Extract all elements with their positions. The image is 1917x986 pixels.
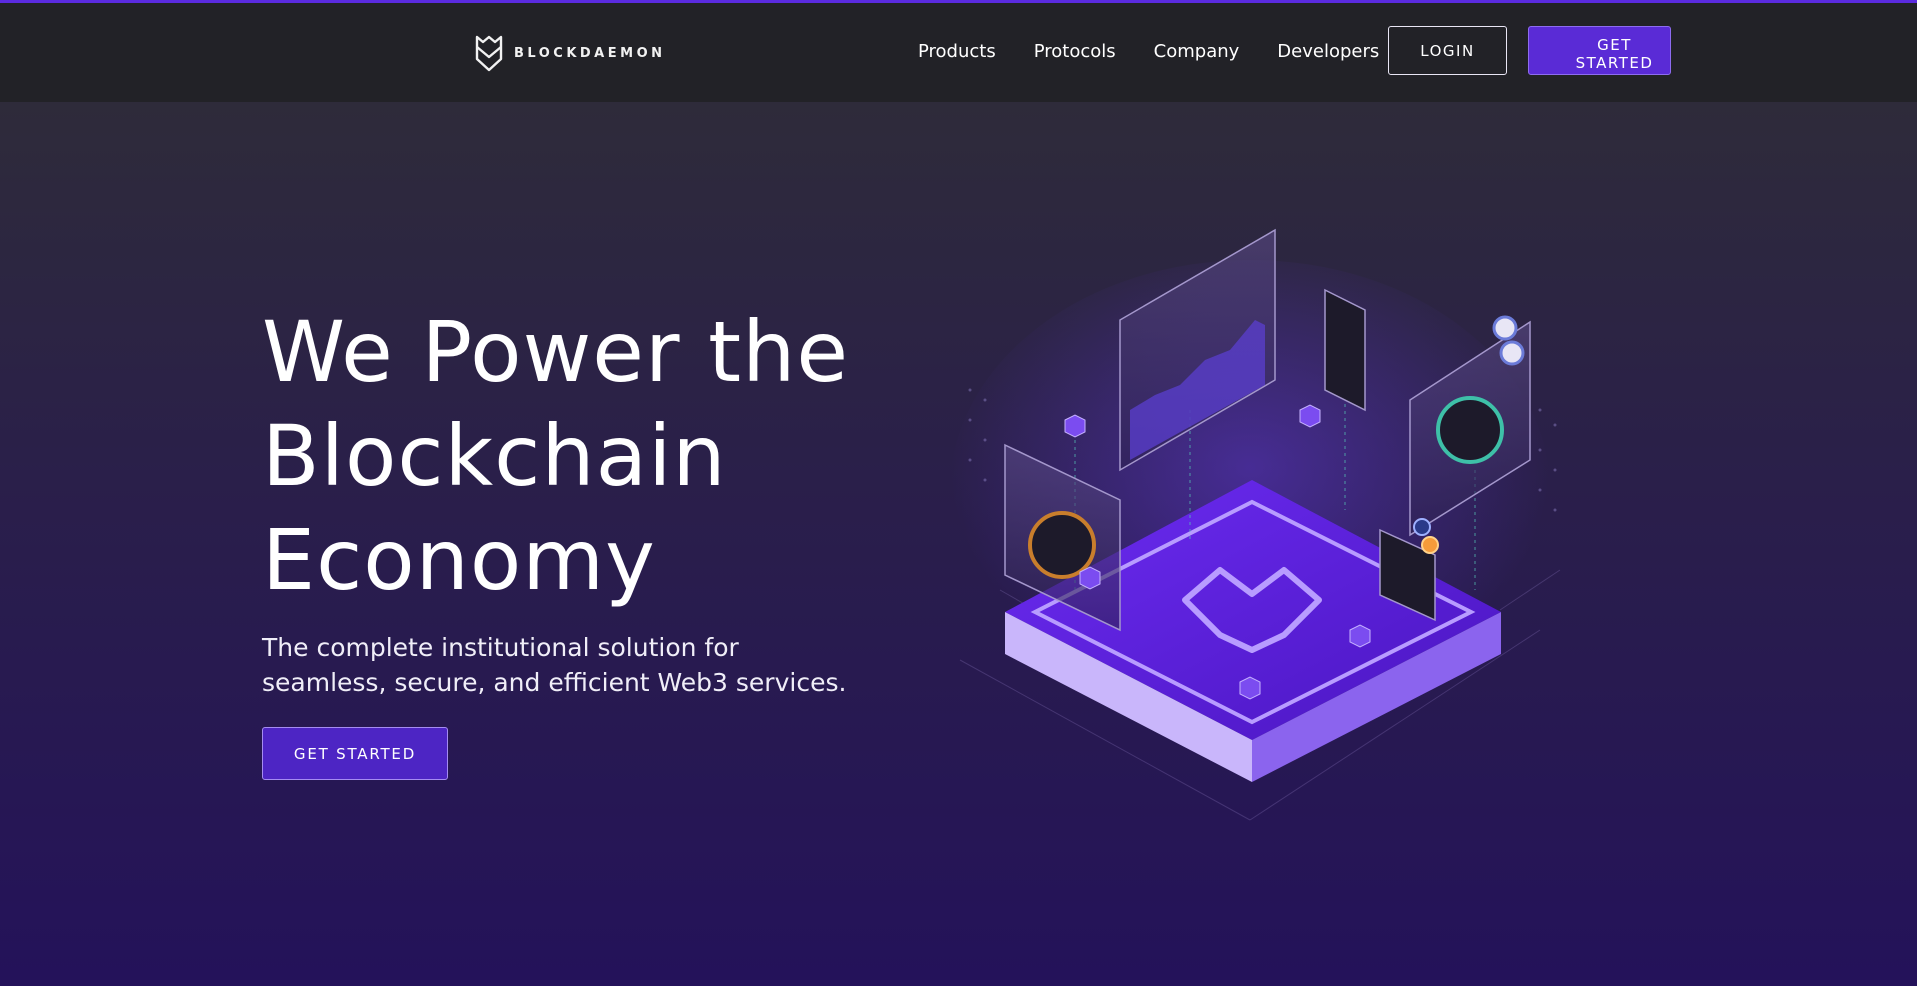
hero-subtitle: The complete institutional solution for … bbox=[262, 630, 902, 700]
hero-title-line-2: Blockchain bbox=[262, 407, 727, 505]
nav-item-protocols[interactable]: Protocols bbox=[1034, 41, 1116, 62]
nav-item-products[interactable]: Products bbox=[918, 41, 996, 62]
hero-subtitle-line-2: seamless, secure, and efficient Web3 ser… bbox=[262, 668, 847, 697]
hero-title-line-3: Economy bbox=[262, 511, 656, 609]
nav-item-developers[interactable]: Developers bbox=[1277, 41, 1379, 62]
hero-title: We Power the Blockchain Economy bbox=[262, 300, 902, 612]
hero-subtitle-line-1: The complete institutional solution for bbox=[262, 633, 739, 662]
top-navbar: BLOCKDAEMON Products Protocols Company D… bbox=[0, 3, 1917, 102]
nav-item-company[interactable]: Company bbox=[1154, 41, 1240, 62]
nav-get-started-button[interactable]: GET STARTED bbox=[1528, 26, 1671, 75]
hero-get-started-button[interactable]: GET STARTED bbox=[262, 727, 448, 780]
login-button[interactable]: LOGIN bbox=[1388, 26, 1507, 75]
blockdaemon-shield-icon bbox=[475, 35, 503, 72]
isometric-blockchain-platform-illustration bbox=[950, 228, 1561, 821]
main-nav: Products Protocols Company Developers bbox=[918, 41, 1417, 62]
hero-title-line-1: We Power the bbox=[262, 303, 850, 401]
get-started-line-2: STARTED bbox=[1575, 53, 1654, 72]
brand-logo[interactable]: BLOCKDAEMON bbox=[474, 33, 666, 73]
brand-wordmark: BLOCKDAEMON bbox=[514, 45, 666, 61]
get-started-line-1: GET bbox=[1597, 35, 1632, 54]
